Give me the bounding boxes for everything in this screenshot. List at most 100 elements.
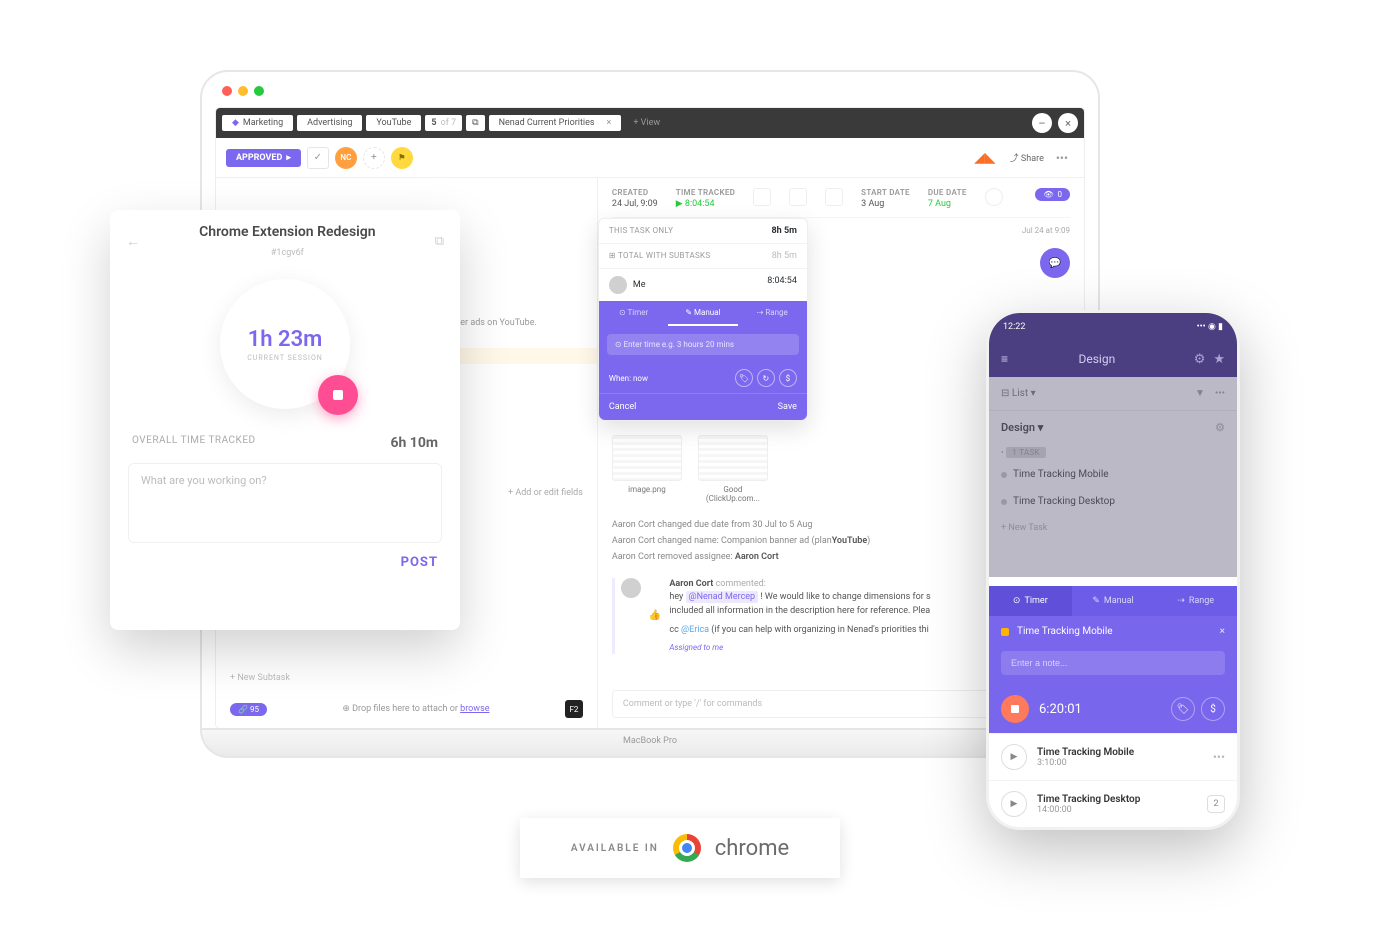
points-icon[interactable]	[825, 188, 843, 206]
ext-session-time: 1h 23m	[248, 327, 323, 352]
phone-clock: 12:22	[1003, 322, 1025, 332]
check-button[interactable]: ✓	[307, 147, 329, 169]
back-icon[interactable]: ←	[126, 233, 140, 250]
estimate-icon[interactable]	[753, 188, 771, 206]
attachment-good[interactable]: Good (ClickUp.com...	[698, 435, 768, 503]
tt-time-input[interactable]: ⊙ Enter time e.g. 3 hours 20 mins	[607, 334, 799, 355]
ext-stop-button[interactable]	[318, 375, 358, 415]
view-list[interactable]: ⊟ List ▾	[1001, 388, 1036, 399]
more-icon[interactable]: •••	[1215, 388, 1225, 399]
add-view-button[interactable]: + View	[625, 118, 668, 128]
created-label: CREATED	[612, 188, 658, 197]
tt-tab-range[interactable]: ⇢ Range	[738, 301, 807, 326]
ext-session-label: CURRENT SESSION	[247, 354, 323, 362]
phone-current-task[interactable]: Time Tracking Mobile ×	[989, 616, 1237, 647]
add-edit-fields-link[interactable]: + Add or edit fields	[508, 488, 583, 498]
sprint-icon[interactable]	[789, 188, 807, 206]
tracked-label: TIME TRACKED	[676, 188, 735, 197]
ext-post-button[interactable]: POST	[110, 555, 460, 570]
breadcrumb-folder[interactable]: Advertising	[297, 115, 362, 131]
tt-dollar-icon[interactable]: $	[779, 369, 797, 387]
external-link-icon[interactable]: ⧉	[435, 234, 444, 249]
play-icon[interactable]: ▶	[1001, 791, 1027, 817]
copy-icon[interactable]: ⧉	[466, 115, 484, 131]
tt-tab-manual[interactable]: ✎ Manual	[668, 301, 737, 326]
iphone-frame: 12:22 ••• ◉ ▮ ≡ Design ⚙ ★ ⊟ List ▾ ▼•••…	[986, 310, 1240, 830]
available-in-chrome-badge[interactable]: AVAILABLE IN chrome	[520, 818, 840, 878]
phone-task-b[interactable]: Time Tracking Desktop	[989, 488, 1237, 515]
phone-note-input[interactable]	[1001, 651, 1225, 675]
phone-tag-icon[interactable]: 🏷	[1171, 697, 1195, 721]
phone-stop-button[interactable]	[1001, 695, 1029, 723]
status-approved[interactable]: APPROVED▸	[226, 149, 301, 167]
assigned-to-me: Assigned to me	[669, 642, 930, 654]
close-button[interactable]: ×	[1058, 113, 1078, 133]
tt-total-label: ⊞ TOTAL WITH SUBTASKS	[609, 251, 711, 261]
phone-tab-manual[interactable]: ✎ Manual	[1072, 586, 1155, 616]
macbook-label: MacBook Pro	[202, 730, 1098, 746]
phone-list-header[interactable]: Design ▾ ⚙	[989, 411, 1237, 444]
tt-billable-icon[interactable]: ↻	[757, 369, 775, 387]
minimize-button[interactable]: –	[1032, 113, 1052, 133]
due-label: DUE DATE	[928, 188, 967, 197]
clear-task-icon[interactable]: ×	[1220, 626, 1225, 637]
available-in-label: AVAILABLE IN	[571, 843, 659, 854]
chrome-label: chrome	[715, 836, 789, 861]
mention-nenad[interactable]: @Nenad Mercep	[686, 591, 759, 603]
tt-thistask-label: THIS TASK ONLY	[609, 226, 673, 236]
dropzone[interactable]: ⊕ Drop files here to attach or browse	[277, 704, 555, 714]
assignee-avatar-nc[interactable]: NC	[335, 147, 357, 169]
chrome-extension-card: ← Chrome Extension Redesign #1cgv6f ⧉ 1h…	[110, 210, 460, 630]
chat-bubble-icon[interactable]: 💬	[1040, 248, 1070, 278]
play-icon[interactable]: ▶	[1001, 744, 1027, 770]
star-icon[interactable]: ★	[1213, 352, 1225, 367]
share-button[interactable]: ⤴ Share	[1010, 151, 1044, 164]
tt-tab-timer[interactable]: ⊙ Timer	[599, 301, 668, 326]
tt-me-value: 8:04:54	[767, 276, 797, 294]
comment-author: Aaron Cort	[669, 579, 713, 589]
tab-priorities[interactable]: Nenad Current Priorities×	[489, 115, 622, 131]
window-traffic-lights	[222, 86, 264, 96]
new-subtask-button[interactable]: + New Subtask	[230, 673, 290, 683]
phone-dollar-icon[interactable]: $	[1201, 697, 1225, 721]
ext-note-input[interactable]: What are you working on?	[128, 463, 442, 543]
phone-entry-b[interactable]: ▶ Time Tracking Desktop14:00:00 2	[989, 780, 1237, 827]
tracked-value[interactable]: ▶ 8:04:54	[676, 199, 735, 209]
tt-tag-icon[interactable]: 🏷	[735, 369, 753, 387]
time-tracking-popover: THIS TASK ONLY8h 5m ⊞ TOTAL WITH SUBTASK…	[598, 218, 808, 421]
reminder-icon[interactable]	[985, 188, 1003, 206]
tt-cancel-button[interactable]: Cancel	[609, 402, 636, 412]
due-value[interactable]: 7 Aug	[928, 199, 967, 209]
priority-flag-icon[interactable]: ⚑	[391, 147, 413, 169]
tt-save-button[interactable]: Save	[778, 402, 797, 412]
phone-tab-range[interactable]: ⇢ Range	[1154, 586, 1237, 616]
gitlab-icon[interactable]: ◢◣	[974, 150, 996, 166]
breadcrumb-list[interactable]: YouTube	[366, 115, 421, 131]
entry-count-badge: 2	[1207, 795, 1225, 813]
phone-new-task[interactable]: + New Task	[989, 515, 1237, 541]
attachment-count-pill[interactable]: 🔗 95	[230, 703, 267, 716]
phone-entry-a[interactable]: ▶ Time Tracking Mobile3:10:00 •••	[989, 733, 1237, 780]
breadcrumb-space[interactable]: ◆Marketing	[222, 115, 293, 131]
phone-task-count: • 1 TASK	[989, 444, 1237, 461]
more-menu-icon[interactable]: •••	[1056, 151, 1068, 165]
ext-task-id: #1cgv6f	[271, 248, 304, 258]
mention-erica[interactable]: @Erica	[681, 625, 709, 635]
ext-overall-label: OVERALL TIME TRACKED	[132, 435, 256, 451]
phone-running-time: 6:20:01	[1039, 702, 1082, 717]
filter-icon[interactable]: ▼	[1195, 388, 1205, 399]
avatar-me	[609, 276, 627, 294]
settings-icon[interactable]: ⚙	[1194, 352, 1206, 367]
phone-tab-timer[interactable]: ⊙ Timer	[989, 586, 1072, 616]
start-label: START DATE	[861, 188, 910, 197]
entry-more-icon[interactable]: •••	[1213, 750, 1225, 764]
tt-when-label[interactable]: When: now	[609, 374, 648, 383]
figma-badge[interactable]: F 2	[565, 700, 583, 718]
watchers-button[interactable]: 👁 0	[1035, 188, 1070, 201]
add-assignee-button[interactable]: +	[363, 147, 385, 169]
tt-me-label: Me	[633, 280, 646, 290]
start-value[interactable]: 3 Aug	[861, 199, 910, 209]
phone-task-a[interactable]: Time Tracking Mobile	[989, 461, 1237, 488]
menu-icon[interactable]: ≡	[1001, 352, 1008, 366]
attachment-image[interactable]: image.png	[612, 435, 682, 503]
